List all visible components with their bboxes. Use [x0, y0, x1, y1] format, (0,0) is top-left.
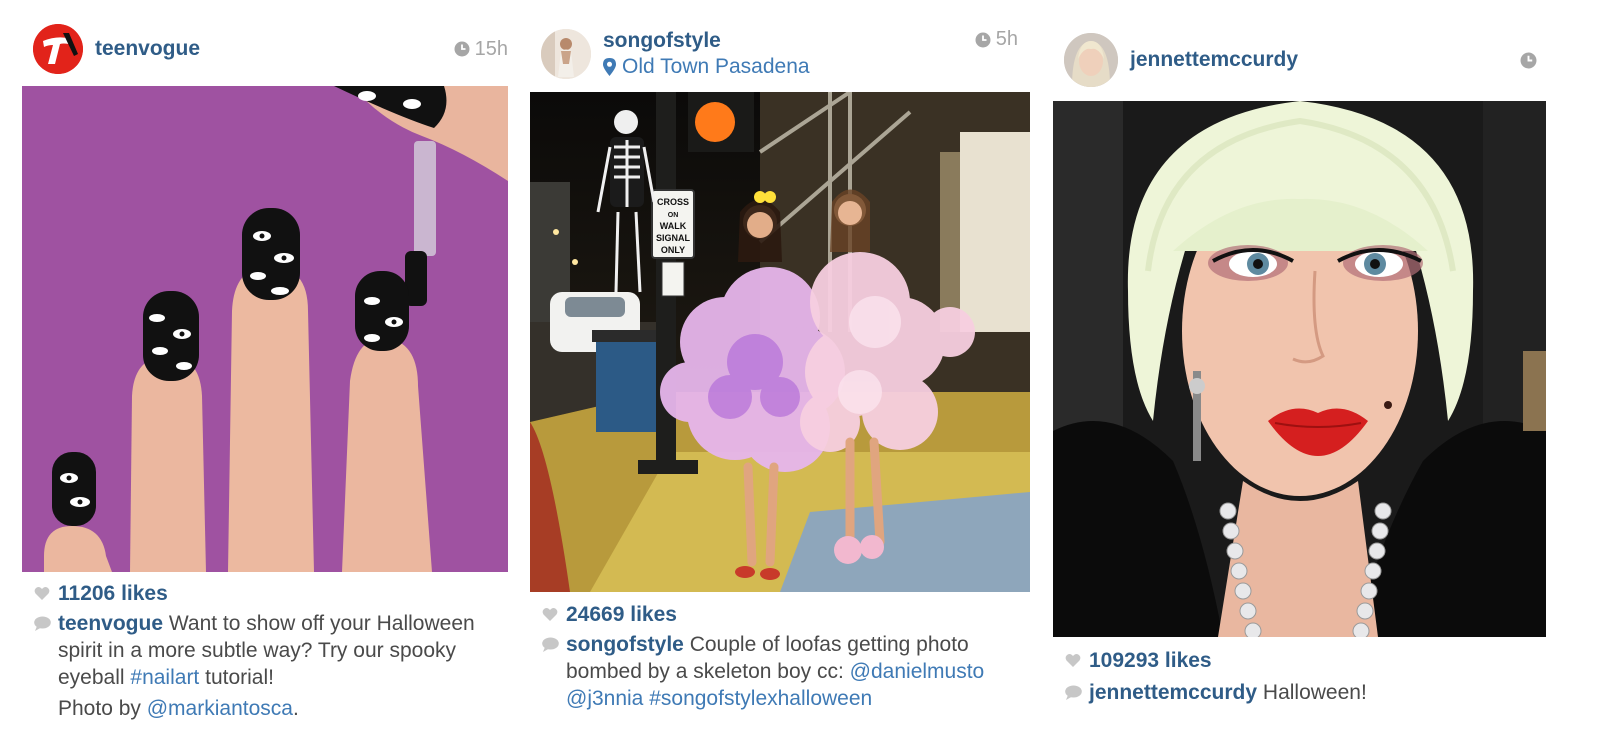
mention-link[interactable]: @j3nnia: [566, 687, 643, 710]
location-label: Old Town Pasadena: [622, 55, 810, 78]
username[interactable]: jennettemccurdy: [1130, 47, 1298, 73]
heart-icon[interactable]: [542, 607, 558, 622]
avatar[interactable]: [1064, 33, 1118, 87]
user-block: teenvogue: [95, 36, 200, 62]
caption-text: Halloween!: [1257, 681, 1367, 704]
post-photo[interactable]: CROSS ON WALK SIGNAL ONLY: [530, 92, 1030, 592]
likes-row: 109293 likes: [1053, 647, 1546, 674]
comment-icon: [542, 637, 559, 652]
location-pin-icon: [603, 58, 616, 76]
username[interactable]: teenvogue: [95, 36, 200, 62]
clock-icon: [454, 41, 470, 57]
time-label: 15h: [474, 37, 508, 60]
profile-photo-icon: [541, 29, 591, 79]
likes-count[interactable]: 24669 likes: [566, 603, 677, 626]
clock-icon: [1520, 52, 1537, 69]
heart-icon[interactable]: [34, 586, 50, 601]
caption-username[interactable]: songofstyle: [566, 633, 684, 656]
clock-icon: [975, 32, 991, 48]
svg-text:CROSS: CROSS: [657, 197, 689, 207]
post-jennettemccurdy: jennettemccurdy 109293 likes jennettemcc…: [1053, 0, 1546, 746]
svg-text:ONLY: ONLY: [661, 245, 685, 255]
teen-vogue-logo-icon: [33, 24, 83, 74]
caption-row: teenvogue Want to show off your Hallowee…: [22, 610, 508, 691]
mention-link[interactable]: @danielmusto: [850, 660, 985, 683]
credit-prefix: Photo by: [58, 697, 147, 720]
post-time: 15h: [454, 38, 508, 61]
street-costume-photo: CROSS ON WALK SIGNAL ONLY: [530, 92, 1030, 592]
likes-row: 11206 likes: [22, 580, 508, 607]
likes-row: 24669 likes: [530, 601, 1030, 628]
post-header: songofstyle Old Town Pasadena 5h: [530, 28, 1030, 80]
heart-icon[interactable]: [1065, 653, 1081, 668]
post-meta: 24669 likes songofstyle Couple of loofas…: [530, 601, 1030, 712]
nail-art-photo: [22, 86, 508, 572]
time-label: 5h: [995, 28, 1018, 50]
mention-link[interactable]: @markiantosca: [147, 697, 293, 720]
post-header: teenvogue 15h: [22, 24, 508, 74]
likes-count[interactable]: 109293 likes: [1089, 649, 1212, 672]
svg-text:ON: ON: [668, 212, 679, 219]
post-photo[interactable]: [22, 86, 508, 572]
selfie-photo: [1053, 101, 1546, 637]
post-header: jennettemccurdy: [1053, 33, 1546, 87]
svg-text:SIGNAL: SIGNAL: [656, 233, 691, 243]
svg-text:WALK: WALK: [660, 221, 687, 231]
caption-username[interactable]: teenvogue: [58, 612, 163, 635]
caption-credit-row: Photo by @markiantosca.: [22, 695, 508, 722]
location-link[interactable]: Old Town Pasadena: [603, 54, 810, 80]
hashtag-link[interactable]: #nailart: [130, 666, 199, 689]
caption-text: tutorial!: [199, 666, 274, 689]
comment-icon: [34, 616, 51, 631]
username[interactable]: songofstyle: [603, 28, 810, 54]
avatar[interactable]: [33, 24, 83, 74]
caption-row: jennettemccurdy Halloween!: [1053, 679, 1546, 706]
post-teenvogue: teenvogue 15h 11206 likes teenvogue Want…: [22, 0, 508, 746]
post-songofstyle: songofstyle Old Town Pasadena 5h CROSS O…: [530, 0, 1030, 746]
avatar[interactable]: [541, 29, 591, 79]
caption-row: songofstyle Couple of loofas getting pho…: [530, 631, 1030, 712]
caption-username[interactable]: jennettemccurdy: [1089, 681, 1257, 704]
credit-suffix: .: [292, 697, 299, 720]
post-time: [1520, 52, 1542, 69]
post-meta: 109293 likes jennettemccurdy Halloween!: [1053, 647, 1546, 706]
hashtag-link[interactable]: #songofstylexhalloween: [649, 687, 872, 710]
post-meta: 11206 likes teenvogue Want to show off y…: [22, 580, 508, 722]
post-time: 5h: [975, 28, 1018, 51]
user-block: songofstyle Old Town Pasadena: [603, 28, 810, 80]
post-photo[interactable]: [1053, 101, 1546, 637]
likes-count[interactable]: 11206 likes: [58, 582, 168, 605]
comment-icon: [1065, 685, 1082, 700]
profile-photo-icon: [1064, 33, 1118, 87]
user-block: jennettemccurdy: [1130, 47, 1298, 73]
